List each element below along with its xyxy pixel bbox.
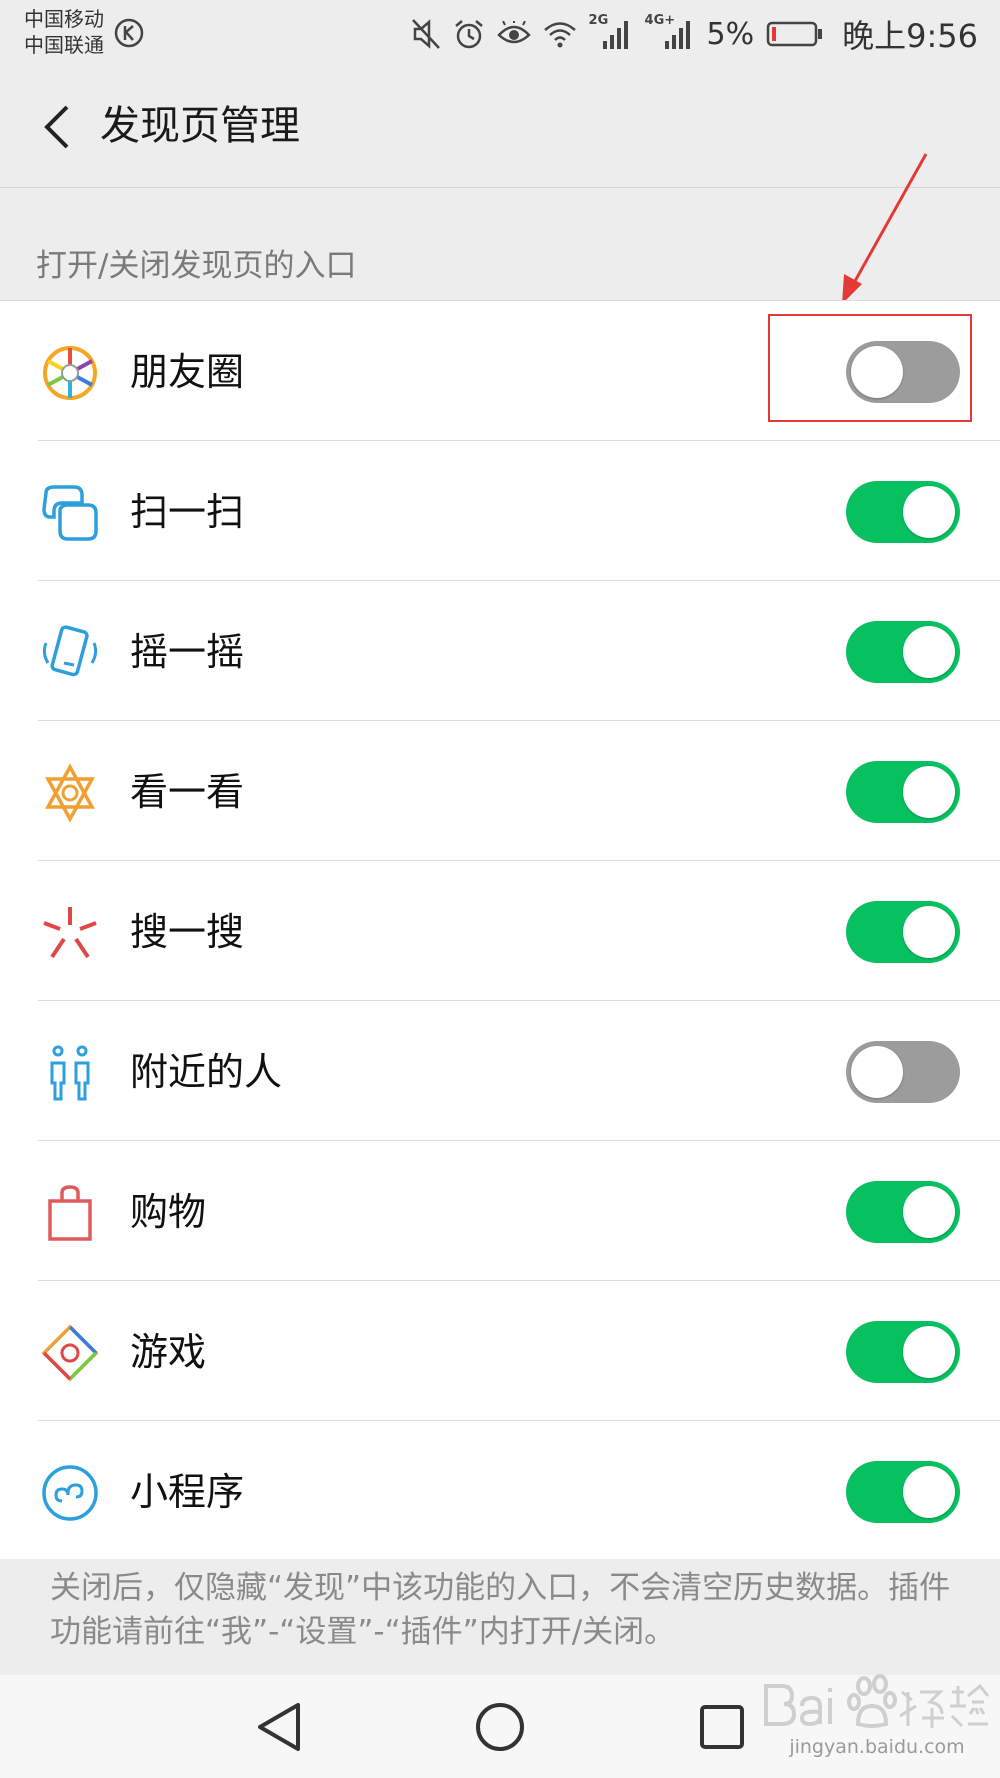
- list-item-top-stories: 看一看: [0, 721, 1000, 861]
- discover-entry-list: 朋友圈 扫一扫 摇一摇 看一看 搜一搜 附近的人 购物 游戏 小程序: [0, 300, 1000, 1559]
- carrier-2: 中国联通: [24, 33, 104, 57]
- item-label: 游戏: [130, 1330, 207, 1374]
- item-label: 搜一搜: [130, 910, 245, 954]
- footer-note: 关闭后，仅隐藏“发现”中该功能的入口，不会清空历史数据。插件功能请前往“我”-“…: [50, 1570, 951, 1650]
- annotation-arrow-icon: [842, 153, 928, 304]
- toggle-knob: [903, 626, 955, 678]
- list-item-shake: 摇一摇: [0, 581, 1000, 721]
- toggle-top-stories[interactable]: [846, 761, 960, 823]
- nav-home-icon[interactable]: [470, 1697, 530, 1757]
- moments-aperture-icon: [43, 346, 97, 400]
- watermark-url: jingyan.baidu.com: [789, 1736, 965, 1758]
- scan-icon: [42, 485, 98, 541]
- item-label: 摇一摇: [130, 630, 245, 674]
- toggle-scan[interactable]: [846, 481, 960, 543]
- signal-2g-icon: 2G: [589, 13, 633, 51]
- carrier-1: 中国移动: [24, 7, 104, 31]
- status-icons: 2G 4G+ 5% 晚上9:56: [411, 13, 978, 55]
- baidu-jingyan-logo-icon: [764, 1674, 990, 1728]
- search-spark-icon: [43, 907, 97, 959]
- list-item-scan: 扫一扫: [0, 441, 1000, 581]
- alarm-icon: [454, 20, 483, 49]
- status-bar: 中国移动 中国联通 2G 4G+ 5% 晚上9:56: [0, 0, 1000, 70]
- list-item-shopping: 购物: [0, 1141, 1000, 1281]
- nav-recents-icon[interactable]: [692, 1697, 752, 1757]
- nav-back-icon[interactable]: [250, 1697, 310, 1757]
- shake-icon: [42, 625, 98, 677]
- toggle-search[interactable]: [846, 901, 960, 963]
- list-item-games: 游戏: [0, 1281, 1000, 1421]
- wifi-icon: [543, 22, 576, 48]
- toggle-knob: [851, 1046, 903, 1098]
- battery-percent: 5%: [706, 16, 755, 52]
- item-label: 看一看: [130, 770, 245, 814]
- status-time: 晚上9:56: [842, 17, 978, 55]
- list-item-people-nearby: 附近的人: [0, 1001, 1000, 1141]
- section-label: 打开/关闭发现页的入口: [36, 248, 357, 284]
- baidu-watermark: jingyan.baidu.com: [762, 1666, 992, 1766]
- page-title: 发现页管理: [100, 103, 300, 149]
- toggle-knob: [903, 1326, 955, 1378]
- toggle-knob: [903, 1186, 955, 1238]
- toggle-mini-programs[interactable]: [846, 1461, 960, 1523]
- toggle-knob: [903, 766, 955, 818]
- list-item-mini-programs: 小程序: [0, 1421, 1000, 1561]
- toggle-shake[interactable]: [846, 621, 960, 683]
- battery-icon: [766, 21, 823, 47]
- eye-comfort-icon: [496, 21, 531, 44]
- annotation-highlight-box: [768, 314, 972, 422]
- games-icon: [41, 1324, 99, 1382]
- item-label: 小程序: [130, 1470, 245, 1514]
- toggle-shopping[interactable]: [846, 1181, 960, 1243]
- k-badge-icon: [114, 18, 144, 48]
- item-label: 购物: [130, 1190, 207, 1234]
- mini-program-icon: [42, 1465, 98, 1521]
- shopping-bag-icon: [48, 1185, 92, 1241]
- carrier-info: 中国移动 中国联通: [24, 6, 104, 58]
- mute-icon: [411, 19, 440, 49]
- back-arrow-icon: [44, 105, 69, 149]
- top-stories-icon: [45, 763, 95, 823]
- toggle-people-nearby[interactable]: [846, 1041, 960, 1103]
- list-item-search: 搜一搜: [0, 861, 1000, 1001]
- item-label: 附近的人: [130, 1050, 283, 1094]
- toggle-games[interactable]: [846, 1321, 960, 1383]
- toggle-knob: [903, 1466, 955, 1518]
- back-button[interactable]: [28, 92, 84, 162]
- item-label: 扫一扫: [130, 490, 245, 534]
- signal-4g-icon: 4G+: [645, 13, 695, 51]
- toggle-knob: [903, 486, 955, 538]
- people-nearby-icon: [50, 1045, 90, 1101]
- toggle-knob: [903, 906, 955, 958]
- item-label: 朋友圈: [130, 350, 245, 394]
